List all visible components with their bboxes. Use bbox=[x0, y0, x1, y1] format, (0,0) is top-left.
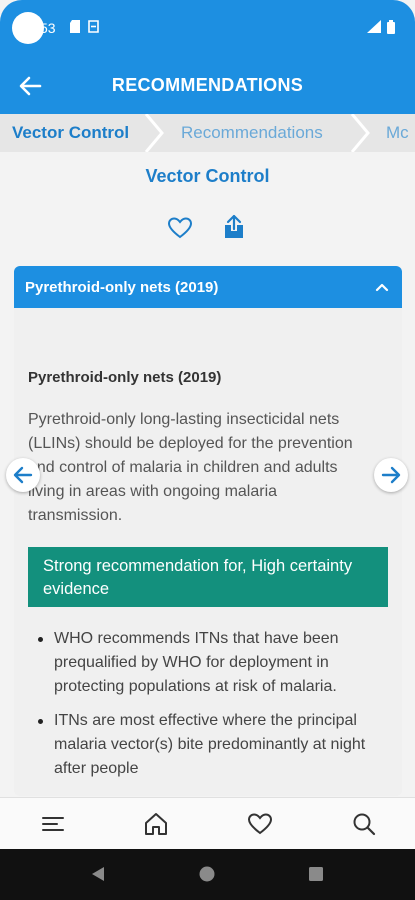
breadcrumb-item-recommendations[interactable]: Recommendations bbox=[181, 114, 323, 152]
recommendation-strength-badge: Strong recommendation for, High certaint… bbox=[28, 547, 388, 607]
app-bar-title: RECOMMENDATIONS bbox=[111, 75, 304, 95]
section-title: Pyrethroid-only nets (2019) bbox=[28, 369, 222, 386]
section-text: Pyrethroid-only long-lasting insecticida… bbox=[28, 411, 353, 524]
breadcrumb-separator-icon bbox=[350, 114, 370, 152]
card-header-title: Pyrethroid-only nets (2019) bbox=[25, 279, 219, 296]
system-home-icon[interactable] bbox=[198, 865, 216, 883]
list-item-text: ITNs are most effective where the princi… bbox=[54, 712, 366, 777]
system-navigation-bar bbox=[0, 849, 415, 900]
menu-icon[interactable] bbox=[40, 812, 66, 836]
battery-icon bbox=[387, 20, 395, 34]
system-recents-icon[interactable] bbox=[307, 865, 325, 883]
recommendation-card: Pyrethroid-only nets (2019) Pyrethroid-o… bbox=[14, 266, 402, 796]
status-bar: 53 bbox=[0, 0, 415, 58]
breadcrumb-item-vector-control[interactable]: Vector Control bbox=[12, 114, 129, 152]
arrow-left-icon bbox=[13, 466, 33, 484]
bullet-dot bbox=[38, 719, 43, 724]
next-button[interactable] bbox=[374, 458, 408, 492]
app-notification-icon bbox=[88, 20, 99, 33]
bottom-navigation bbox=[0, 797, 415, 849]
list-item-text: WHO recommends ITNs that have been prequ… bbox=[54, 630, 339, 695]
signal-icon bbox=[367, 20, 381, 33]
chevron-up-icon[interactable] bbox=[374, 280, 390, 294]
list-item: ITNs are most effective where the princi… bbox=[36, 709, 376, 781]
notification-icons bbox=[70, 20, 99, 33]
app-bar: RECOMMENDATIONS bbox=[0, 58, 415, 114]
list-item: WHO recommends ITNs that have been prequ… bbox=[36, 627, 376, 699]
status-time: 53 bbox=[40, 20, 56, 36]
search-icon[interactable] bbox=[351, 812, 377, 836]
card-header[interactable]: Pyrethroid-only nets (2019) bbox=[14, 266, 402, 308]
previous-button[interactable] bbox=[6, 458, 40, 492]
breadcrumb-item-more[interactable]: Mc bbox=[386, 114, 409, 152]
share-icon[interactable] bbox=[222, 214, 246, 240]
system-status-icons bbox=[367, 20, 395, 34]
breadcrumb: Vector Control Recommendations Mc bbox=[0, 114, 415, 152]
system-back-icon[interactable] bbox=[89, 865, 107, 883]
home-icon[interactable] bbox=[143, 812, 169, 836]
bullet-list: WHO recommends ITNs that have been prequ… bbox=[36, 627, 376, 791]
favorites-heart-icon[interactable] bbox=[247, 812, 273, 836]
arrow-right-icon bbox=[381, 466, 401, 484]
page-title: Vector Control bbox=[145, 166, 270, 186]
bullet-dot bbox=[38, 637, 43, 642]
sd-card-icon bbox=[70, 20, 80, 33]
heart-icon[interactable] bbox=[167, 216, 193, 240]
breadcrumb-separator-icon bbox=[144, 114, 164, 152]
